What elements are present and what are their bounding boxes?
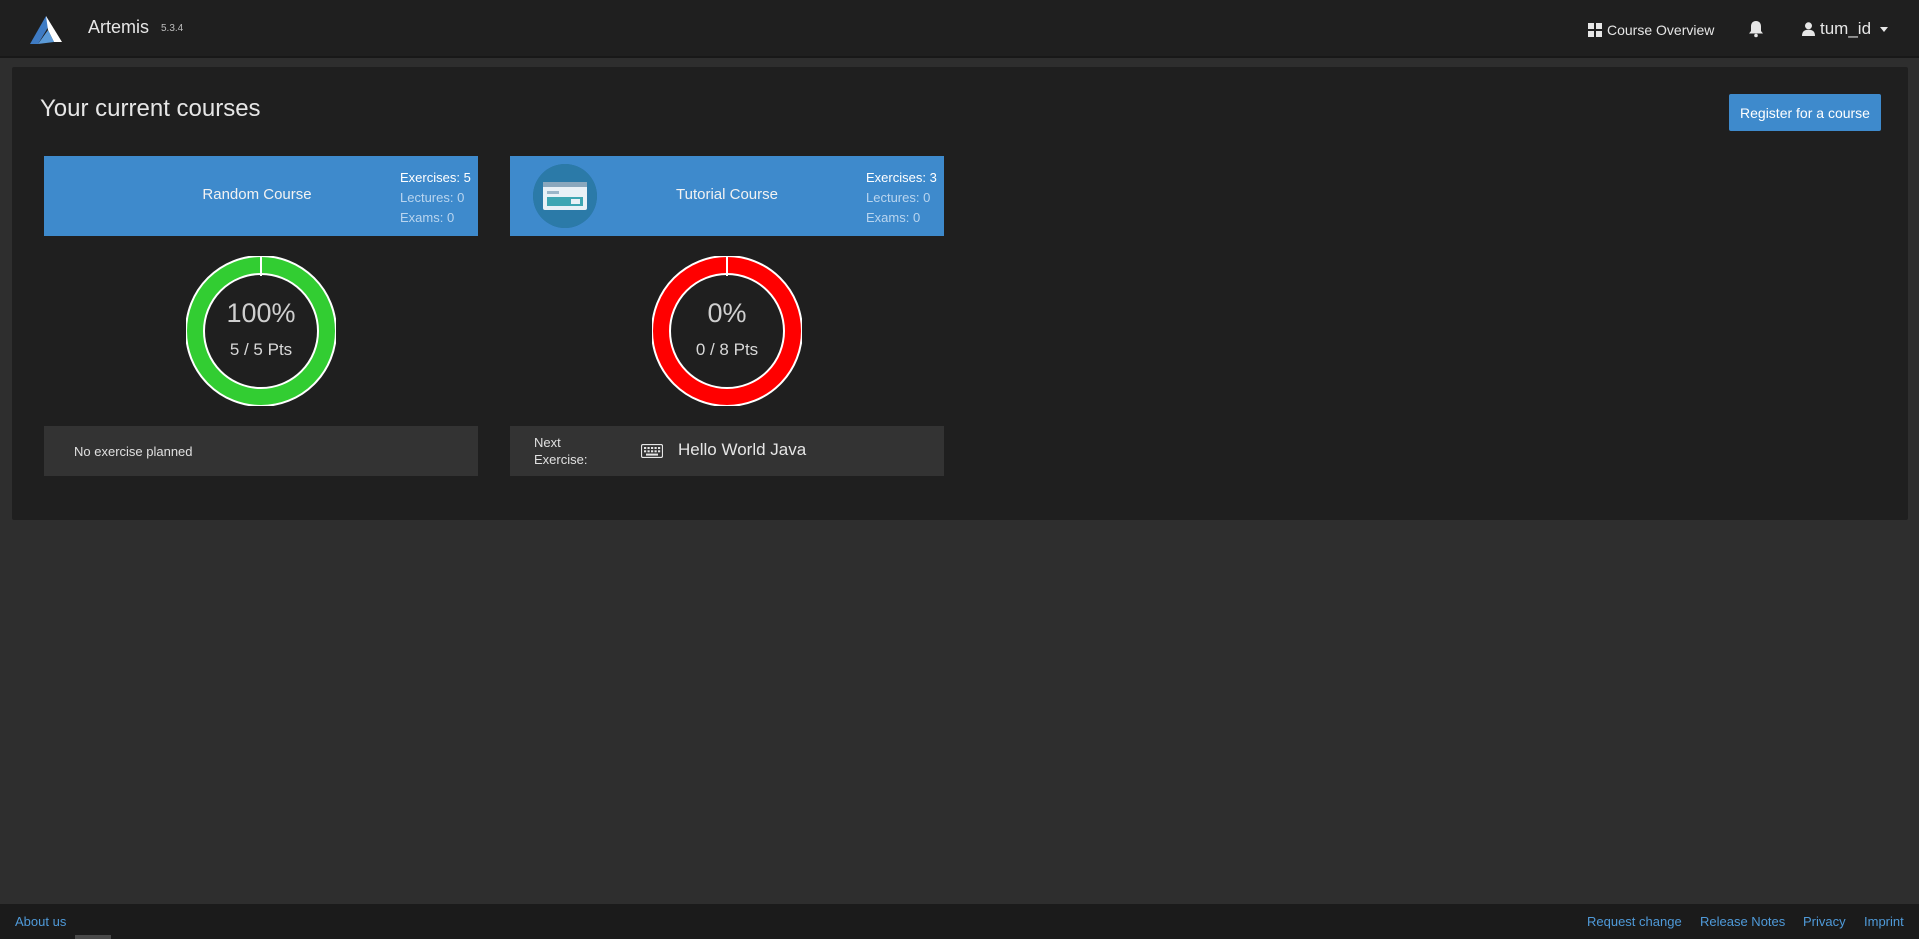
artemis-logo-icon[interactable] (28, 14, 64, 44)
exam-count: Exams: 0 (866, 210, 921, 225)
user-icon (1802, 22, 1815, 36)
footer-scroll-handle (75, 935, 111, 939)
top-navbar: Artemis 5.3.4 Course Overview tum_id (0, 0, 1919, 58)
lecture-count: Lectures: 0 (866, 190, 931, 205)
score-percent: 0% (707, 298, 747, 328)
keyboard-icon (641, 444, 663, 458)
score-points: 0 / 8 Pts (695, 340, 759, 359)
ring-track (653, 257, 801, 405)
score-percent: 100% (226, 298, 296, 328)
course-stats: Exercises: 5 Lectures: 0 Exams: 0 (400, 168, 471, 228)
course-overview-link[interactable]: Course Overview (1588, 20, 1714, 40)
next-exercise-bar: Next Exercise: Hello World Java (510, 426, 944, 476)
app-name[interactable]: Artemis (88, 17, 149, 38)
course-overview-label: Course Overview (1607, 22, 1715, 38)
request-change-link[interactable]: Request change (1587, 914, 1682, 929)
page-title: Your current courses (40, 95, 261, 122)
score-ring-svg (186, 256, 336, 406)
exercise-count: Exercises: 3 (866, 170, 937, 185)
imprint-link[interactable]: Imprint (1864, 914, 1904, 929)
course-stats: Exercises: 3 Lectures: 0 Exams: 0 (866, 168, 937, 228)
lecture-count: Lectures: 0 (400, 190, 465, 205)
score-ring-chart: 100% 5 / 5 Pts (186, 256, 336, 406)
score-ring-svg (652, 256, 802, 406)
course-card-header[interactable]: Random Course Exercises: 5 Lectures: 0 E… (44, 156, 478, 236)
notification-bell-icon[interactable] (1748, 20, 1764, 38)
release-notes-link[interactable]: Release Notes (1700, 914, 1785, 929)
privacy-link[interactable]: Privacy (1803, 914, 1846, 929)
course-card-header[interactable]: Tutorial Course Exercises: 3 Lectures: 0… (510, 156, 944, 236)
exam-count: Exams: 0 (400, 210, 455, 225)
app-version: 5.3.4 (161, 23, 184, 34)
exercise-count: Exercises: 5 (400, 170, 471, 185)
no-exercise-text: No exercise planned (74, 444, 193, 459)
courses-panel: Your current courses Register for a cour… (12, 67, 1908, 520)
about-us-link[interactable]: About us (15, 914, 66, 929)
course-card: Random Course Exercises: 5 Lectures: 0 E… (44, 156, 478, 477)
grid-icon (1588, 23, 1602, 37)
user-name: tum_id (1820, 19, 1872, 38)
register-course-button[interactable]: Register for a course (1729, 94, 1881, 131)
next-exercise-bar: No exercise planned (44, 426, 478, 476)
score-ring-chart: 0% 0 / 8 Pts (652, 256, 802, 406)
user-menu[interactable]: tum_id (1802, 18, 1889, 40)
next-exercise-label: Next Exercise: (534, 435, 588, 467)
course-card: Tutorial Course Exercises: 3 Lectures: 0… (510, 156, 944, 477)
chevron-down-icon (1880, 26, 1889, 32)
page-footer: About us Request change Release Notes Pr… (0, 904, 1919, 939)
ring-track (187, 257, 335, 405)
score-points: 5 / 5 Pts (229, 340, 293, 359)
next-exercise-link[interactable]: Hello World Java (678, 440, 806, 460)
